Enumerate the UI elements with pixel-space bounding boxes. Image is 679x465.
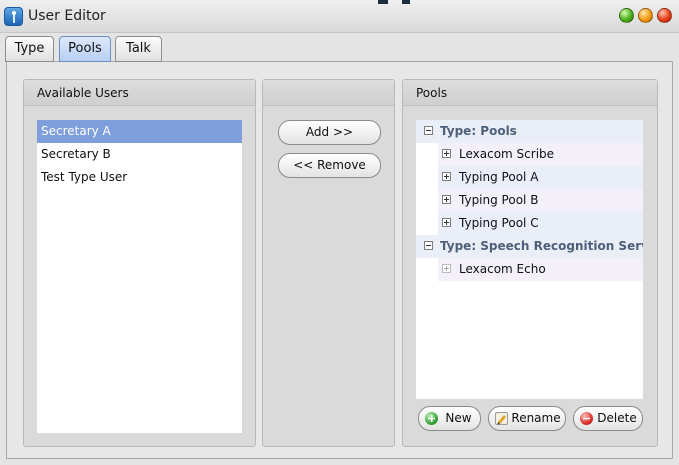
plus-box-icon[interactable] bbox=[442, 149, 451, 158]
tree-item[interactable]: Typing Pool B bbox=[438, 189, 643, 212]
tree-group[interactable]: Type: Pools bbox=[416, 120, 643, 143]
pencil-icon bbox=[495, 412, 508, 425]
plus-box-icon[interactable] bbox=[442, 195, 451, 204]
tree-item-label: Typing Pool B bbox=[459, 193, 539, 207]
maximize-icon[interactable] bbox=[638, 8, 653, 23]
tab-pools[interactable]: Pools bbox=[59, 36, 111, 62]
list-item[interactable]: Test Type User bbox=[37, 166, 242, 189]
rename-button-label: Rename bbox=[511, 411, 561, 425]
tree-item[interactable]: Lexacom Echo bbox=[438, 258, 643, 281]
rename-button[interactable]: Rename bbox=[488, 406, 566, 431]
tree-item[interactable]: Lexacom Scribe bbox=[438, 143, 643, 166]
minus-circle-icon bbox=[580, 412, 593, 425]
new-button[interactable]: New bbox=[418, 406, 481, 431]
tab-talk[interactable]: Talk bbox=[115, 36, 162, 62]
title-bar-artifact bbox=[378, 0, 388, 4]
tree-item-label: Typing Pool C bbox=[459, 216, 539, 230]
available-users-list[interactable]: Secretary A Secretary B Test Type User bbox=[37, 120, 242, 433]
tree-group-label: Type: Pools bbox=[440, 124, 517, 138]
close-icon[interactable] bbox=[657, 8, 672, 23]
add-button[interactable]: Add >> bbox=[278, 120, 381, 145]
minus-box-icon[interactable] bbox=[424, 126, 433, 135]
panel-header: Pools bbox=[403, 80, 657, 106]
tree-item-label: Lexacom Echo bbox=[459, 262, 546, 276]
pools-panel: Pools Type: Pools Lexacom Scribe Typing … bbox=[402, 79, 658, 447]
tree-item-label: Typing Pool A bbox=[459, 170, 539, 184]
list-item[interactable]: Secretary A bbox=[37, 120, 242, 143]
tree-group-label: Type: Speech Recognition Servi bbox=[440, 239, 643, 253]
tree-item-label: Lexacom Scribe bbox=[459, 147, 555, 161]
tab-type[interactable]: Type bbox=[5, 36, 54, 62]
title-bar-artifact bbox=[402, 0, 410, 4]
plus-box-icon bbox=[442, 264, 451, 273]
plus-box-icon[interactable] bbox=[442, 218, 451, 227]
window-title: User Editor bbox=[28, 8, 106, 24]
tree-item[interactable]: Typing Pool C bbox=[438, 212, 643, 235]
pools-tree[interactable]: Type: Pools Lexacom Scribe Typing Pool A… bbox=[416, 120, 643, 399]
list-item[interactable]: Secretary B bbox=[37, 143, 242, 166]
tree-group[interactable]: Type: Speech Recognition Servi bbox=[416, 235, 643, 258]
actions-panel: Add >> << Remove bbox=[262, 79, 395, 447]
title-bar[interactable]: User Editor bbox=[0, 0, 679, 33]
remove-button[interactable]: << Remove bbox=[278, 153, 381, 178]
minus-box-icon[interactable] bbox=[424, 241, 433, 250]
minimize-icon[interactable] bbox=[619, 8, 634, 23]
tree-item[interactable]: Typing Pool A bbox=[438, 166, 643, 189]
panel-header: Available Users bbox=[24, 80, 255, 106]
delete-button-label: Delete bbox=[597, 411, 637, 425]
app-icon bbox=[4, 7, 23, 26]
plus-box-icon[interactable] bbox=[442, 172, 451, 181]
plus-circle-icon bbox=[425, 412, 438, 425]
panel-header bbox=[263, 80, 394, 106]
new-button-label: New bbox=[445, 411, 472, 425]
available-users-panel: Available Users Secretary A Secretary B … bbox=[23, 79, 256, 447]
delete-button[interactable]: Delete bbox=[573, 406, 643, 431]
